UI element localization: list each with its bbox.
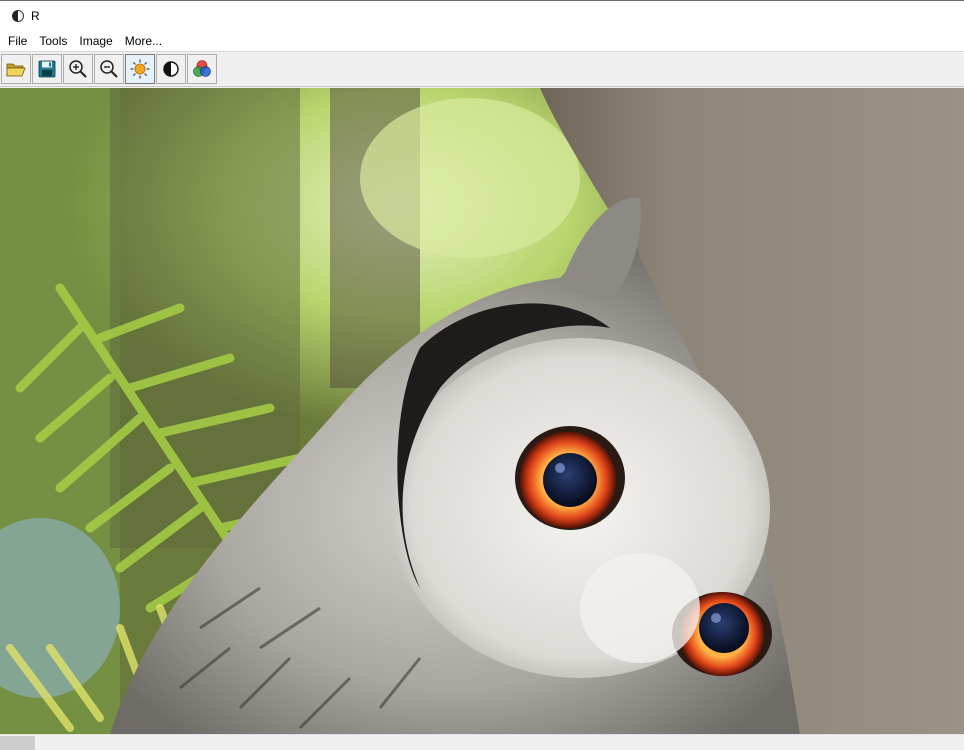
save-button[interactable] [32, 54, 62, 84]
title-bar: R [0, 0, 964, 31]
horizontal-scrollbar[interactable] [0, 734, 964, 750]
zoom-in-button[interactable] [63, 54, 93, 84]
menu-bar: File Tools Image More... [0, 31, 964, 51]
menu-image[interactable]: Image [73, 32, 118, 51]
contrast-button[interactable] [156, 54, 186, 84]
color-channels-button[interactable] [187, 54, 217, 84]
menu-file[interactable]: File [2, 32, 33, 51]
color-channels-icon [193, 60, 211, 77]
save-disk-icon [38, 60, 56, 78]
brightness-button[interactable] [125, 54, 155, 84]
zoom-in-icon [69, 60, 87, 78]
toolbar [0, 51, 964, 87]
window-title: R [31, 9, 40, 23]
image-canvas[interactable] [0, 88, 964, 734]
zoom-out-button[interactable] [94, 54, 124, 84]
zoom-out-icon [100, 60, 118, 78]
open-folder-icon [6, 63, 26, 77]
open-button[interactable] [1, 54, 31, 84]
menu-tools[interactable]: Tools [33, 32, 73, 51]
contrast-icon [163, 61, 179, 77]
scrollbar-thumb[interactable] [0, 736, 35, 750]
menu-more[interactable]: More... [119, 32, 168, 51]
owl-photo [0, 88, 964, 734]
app-icon [11, 9, 25, 23]
brightness-sun-icon [130, 59, 150, 79]
